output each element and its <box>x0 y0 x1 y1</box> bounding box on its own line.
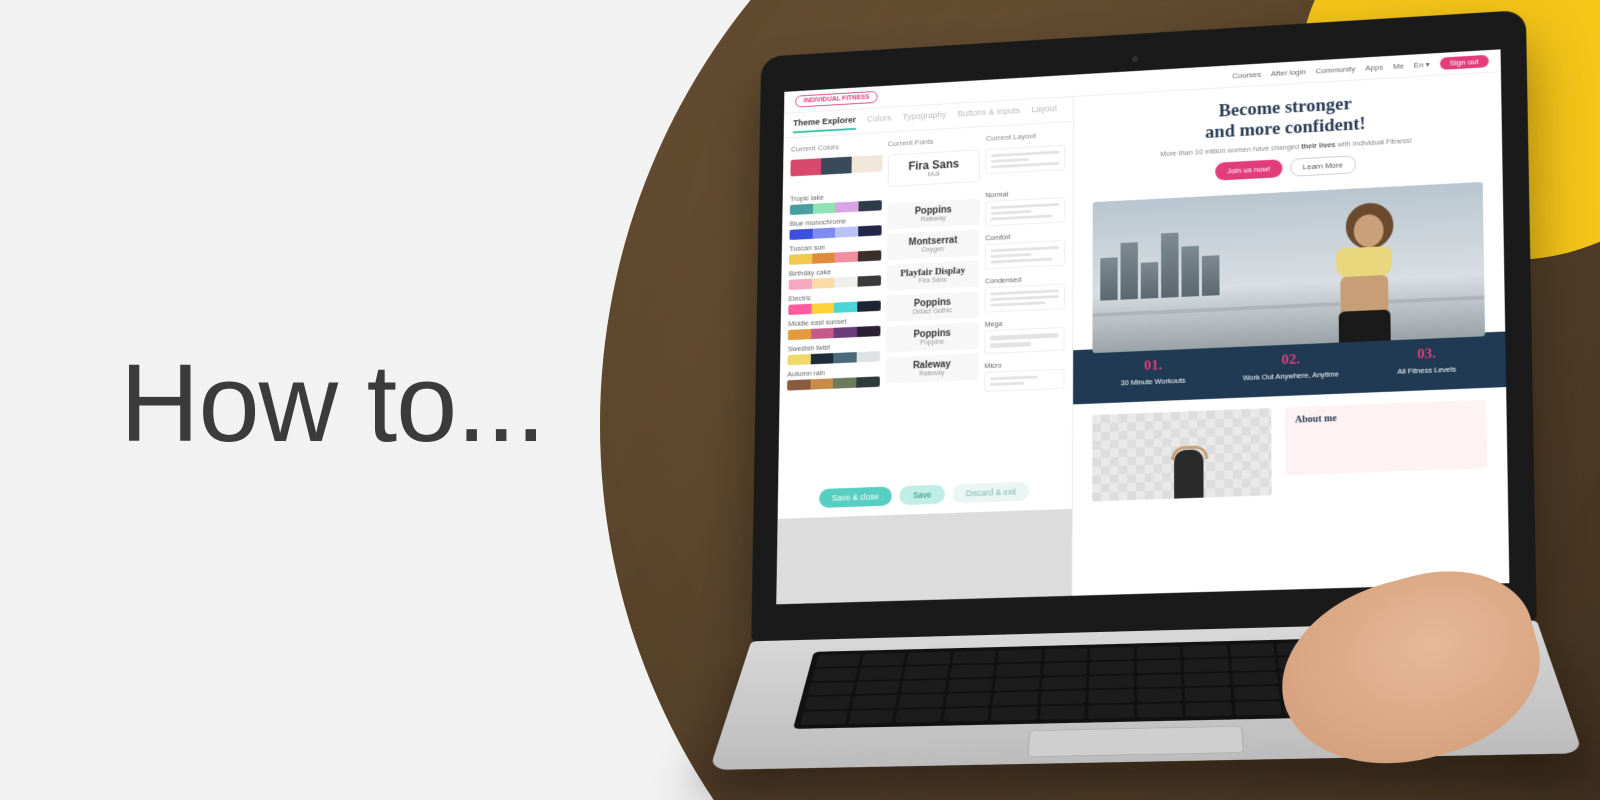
nav-me[interactable]: Me <box>1393 62 1404 71</box>
palette-tuscan-sun[interactable]: Tuscan sun <box>789 240 881 265</box>
layout-thumb <box>984 369 1064 392</box>
palette-swatch <box>787 376 879 390</box>
trackpad-illustration <box>1027 726 1244 757</box>
palette-swatch <box>789 275 881 290</box>
current-fonts-label: Current Fonts <box>888 135 980 148</box>
palette-middle-east-sunset[interactable]: Middle east sunset <box>788 315 880 340</box>
layout-option-micro[interactable]: Micro <box>984 358 1064 392</box>
palette-electric[interactable]: Electric <box>788 290 880 315</box>
about-section: About me <box>1073 387 1508 514</box>
tab-buttons[interactable]: Buttons & Inputs <box>958 106 1020 124</box>
about-card: About me <box>1285 399 1487 475</box>
app-screen: INDIVIDUAL FITNESS Courses After login C… <box>776 49 1509 604</box>
palette-swatch <box>787 351 879 365</box>
site-preview: Become stronger and more confident! More… <box>1073 72 1510 596</box>
about-heading: About me <box>1295 407 1476 425</box>
palette-swatch <box>789 225 881 240</box>
nav-lang[interactable]: En ▾ <box>1414 60 1430 69</box>
current-font-card[interactable]: Fira Sans Muli <box>887 149 980 186</box>
hero-image <box>1092 182 1485 353</box>
layout-option-normal[interactable]: Normal <box>985 187 1065 227</box>
tab-typography[interactable]: Typography <box>902 110 946 127</box>
layout-option-mega[interactable]: Mega <box>984 316 1064 354</box>
nav-community[interactable]: Community <box>1316 65 1356 76</box>
join-button[interactable]: Join us now! <box>1215 159 1282 180</box>
tab-layout[interactable]: Layout <box>1031 103 1057 119</box>
nav-courses[interactable]: Courses <box>1232 70 1261 80</box>
fonts-column: Current Fonts Fira Sans Muli PoppinsRale… <box>884 135 980 479</box>
editor-footer-gap <box>776 509 1072 604</box>
palette-swatch <box>788 326 880 340</box>
font-option-poppins[interactable]: PoppinsPoppins <box>885 322 978 352</box>
current-color-swatch[interactable] <box>790 155 882 177</box>
discard-button[interactable]: Discard & exit <box>952 482 1029 504</box>
colors-column: Current Colors Tropic lakeBlue monochrom… <box>786 140 883 483</box>
font-option-raleway[interactable]: RalewayRaleway <box>885 353 979 383</box>
layout-column: Current Layout NormalComfortCondensedMeg… <box>984 130 1066 476</box>
sign-out-button[interactable]: Sign out <box>1440 55 1489 70</box>
feature-1-label: 30 Minute Workouts <box>1121 376 1186 387</box>
nav-apps[interactable]: Apps <box>1365 63 1383 73</box>
layout-thumb <box>984 327 1064 354</box>
person-illustration <box>1294 195 1414 344</box>
palette-swedish-twist[interactable]: Swedish twist <box>787 341 879 366</box>
font-option-poppins[interactable]: PoppinsRaleway <box>887 199 980 230</box>
font-option-poppins[interactable]: PoppinsDidact Gothic <box>886 291 979 322</box>
save-close-button[interactable]: Save & close <box>819 486 892 508</box>
layout-thumb <box>985 240 1065 269</box>
layout-thumb <box>985 283 1065 312</box>
nav-after-login[interactable]: After login <box>1271 67 1306 78</box>
feature-3-num: 03. <box>1397 345 1456 364</box>
layout-option-comfort[interactable]: Comfort <box>985 230 1065 270</box>
save-button[interactable]: Save <box>900 485 945 506</box>
font-option-playfair-display[interactable]: Playfair DisplayFira Sans <box>886 260 979 291</box>
palette-birthday-cake[interactable]: Birthday cake <box>789 265 881 290</box>
palette-swatch <box>788 301 880 316</box>
feature-3: 03. All Fitness Levels <box>1397 345 1456 376</box>
feature-1-num: 01. <box>1121 357 1186 376</box>
about-image <box>1092 408 1272 501</box>
current-layout-thumb[interactable] <box>986 145 1066 174</box>
layout-thumb <box>985 197 1065 226</box>
feature-2-num: 02. <box>1243 350 1339 370</box>
feature-1: 01. 30 Minute Workouts <box>1121 357 1186 387</box>
learn-more-button[interactable]: Learn More <box>1290 155 1356 177</box>
feature-3-label: All Fitness Levels <box>1397 364 1456 375</box>
palette-autumn-rain[interactable]: Autumn rain <box>787 366 880 391</box>
palette-tropic-lake[interactable]: Tropic lake <box>790 190 882 215</box>
font-option-montserrat[interactable]: MontserratOxygen <box>886 229 979 260</box>
page-title: How to... <box>120 340 545 467</box>
feature-2: 02. Work Out Anywhere, Anytime <box>1243 350 1339 382</box>
layout-option-condensed[interactable]: Condensed <box>985 273 1065 313</box>
palette-blue-monochrome[interactable]: Blue monochrome <box>789 215 881 240</box>
tab-colors[interactable]: Colors <box>867 113 891 129</box>
current-layout-label: Current Layout <box>986 130 1065 143</box>
tab-theme-explorer[interactable]: Theme Explorer <box>793 115 856 133</box>
palette-swatch <box>789 250 881 265</box>
feature-2-label: Work Out Anywhere, Anytime <box>1243 369 1339 382</box>
theme-editor-panel: Theme Explorer Colors Typography Buttons… <box>776 97 1074 604</box>
brand-chip[interactable]: INDIVIDUAL FITNESS <box>795 91 878 108</box>
current-colors-label: Current Colors <box>791 140 882 153</box>
